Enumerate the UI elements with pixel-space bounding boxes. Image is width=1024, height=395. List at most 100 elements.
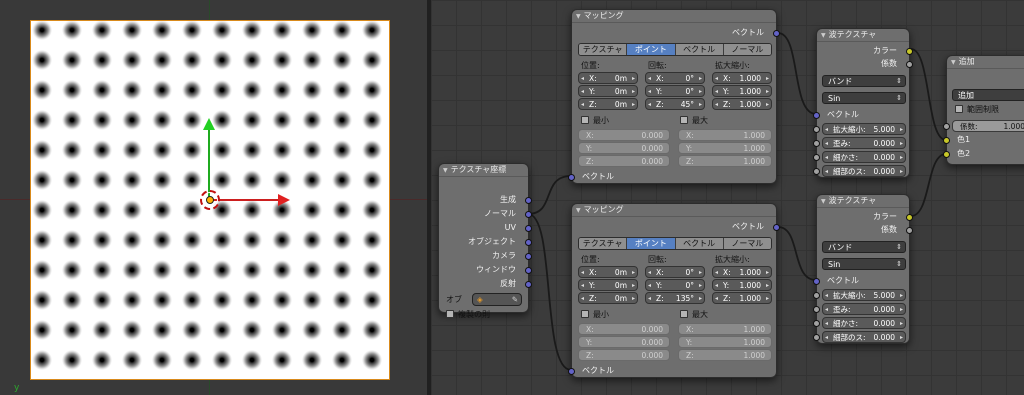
node-header[interactable]: ▼ 追加 bbox=[947, 56, 1024, 69]
use-max-checkbox[interactable]: 最大 bbox=[680, 310, 708, 320]
input-detail-socket[interactable] bbox=[813, 320, 820, 327]
input-scale-socket[interactable] bbox=[813, 126, 820, 133]
use-min-checkbox[interactable]: 最小 bbox=[581, 116, 609, 126]
scale-field[interactable]: 拡大縮小: 5.000 bbox=[822, 123, 906, 135]
min-z-field[interactable]: Z: 0.000 bbox=[578, 349, 670, 361]
input-detail-scale-socket[interactable] bbox=[813, 334, 820, 341]
wave-texture-node-1[interactable]: ▼波テクスチャ カラー 係数 バンド Sin ベクトル 拡大縮小: 5.000 歪… bbox=[813, 28, 913, 178]
eyedropper-icon[interactable]: ✎ bbox=[512, 294, 518, 305]
scale-z-field[interactable]: Z: 1.000 bbox=[712, 98, 772, 110]
checkbox-box[interactable] bbox=[955, 105, 963, 113]
blend-type-select[interactable]: 追加 bbox=[952, 89, 1024, 101]
output-vector-socket[interactable] bbox=[773, 30, 780, 37]
wave-profile-select[interactable]: Sin bbox=[822, 92, 906, 104]
tab-normal[interactable]: ノーマル bbox=[723, 44, 771, 55]
input-scale-socket[interactable] bbox=[813, 292, 820, 299]
checkbox-box[interactable] bbox=[680, 116, 688, 124]
distortion-field[interactable]: 歪み: 0.000 bbox=[822, 303, 906, 315]
x-arrow-icon[interactable] bbox=[210, 199, 288, 201]
node-header[interactable]: ▼ テクスチャ座標 bbox=[439, 164, 528, 177]
output-color-socket[interactable] bbox=[906, 48, 913, 55]
min-y-field[interactable]: Y: 0.000 bbox=[578, 336, 670, 348]
collapse-icon[interactable]: ▼ bbox=[821, 30, 826, 42]
socket-generated[interactable] bbox=[525, 197, 532, 204]
tab-point[interactable]: ポイント bbox=[627, 44, 676, 55]
tab-vector[interactable]: ベクトル bbox=[675, 238, 724, 249]
collapse-icon[interactable]: ▼ bbox=[821, 196, 826, 208]
min-x-field[interactable]: X: 0.000 bbox=[578, 323, 670, 335]
detail-scale-field[interactable]: 細部のス: 0.000 bbox=[822, 165, 906, 177]
from-dupli-checkbox[interactable]: 複製の則 bbox=[446, 310, 490, 320]
node-header[interactable]: ▼ マッピング bbox=[572, 10, 776, 23]
tab-point[interactable]: ポイント bbox=[627, 238, 676, 249]
min-z-field[interactable]: Z: 0.000 bbox=[578, 155, 670, 167]
tab-texture[interactable]: テクスチャ bbox=[579, 238, 628, 249]
scale-y-field[interactable]: Y: 1.000 bbox=[712, 85, 772, 97]
wave-type-select[interactable]: バンド bbox=[822, 75, 906, 87]
rotation-y-field[interactable]: Y: 0° bbox=[645, 85, 705, 97]
use-min-checkbox[interactable]: 最小 bbox=[581, 310, 609, 320]
3d-viewport[interactable]: y bbox=[0, 0, 427, 395]
checkbox-box[interactable] bbox=[581, 310, 589, 318]
scale-y-field[interactable]: Y: 1.000 bbox=[712, 279, 772, 291]
detail-field[interactable]: 細かさ: 0.000 bbox=[822, 317, 906, 329]
vector-type-tabs[interactable]: テクスチャ ポイント ベクトル ノーマル bbox=[578, 237, 772, 250]
location-z-field[interactable]: Z: 0m bbox=[578, 292, 638, 304]
max-y-field[interactable]: Y: 1.000 bbox=[678, 336, 772, 348]
location-x-field[interactable]: X: 0m bbox=[578, 266, 638, 278]
rotation-z-field[interactable]: Z: 135° bbox=[645, 292, 705, 304]
scale-x-field[interactable]: X: 1.000 bbox=[712, 266, 772, 278]
input-distortion-socket[interactable] bbox=[813, 140, 820, 147]
output-color-socket[interactable] bbox=[906, 214, 913, 221]
clamp-checkbox[interactable]: 範囲制限 bbox=[955, 105, 999, 115]
x-arrow-head-icon[interactable] bbox=[278, 194, 290, 206]
detail-field[interactable]: 細かさ: 0.000 bbox=[822, 151, 906, 163]
mix-add-node[interactable]: ▼追加 追加 範囲制限 係数:1.000 色1 色2 bbox=[943, 55, 1024, 165]
tab-texture[interactable]: テクスチャ bbox=[579, 44, 628, 55]
object-picker[interactable]: ◈ ✎ bbox=[472, 293, 522, 306]
input-distortion-socket[interactable] bbox=[813, 306, 820, 313]
texture-coordinate-node[interactable]: ▼ テクスチャ座標 生成 ノーマル UV オブジェクト カメラ ウィンドウ 反射 … bbox=[438, 163, 532, 319]
detail-scale-field[interactable]: 細部のス: 0.000 bbox=[822, 331, 906, 343]
output-fac-socket[interactable] bbox=[906, 61, 913, 68]
max-y-field[interactable]: Y: 1.000 bbox=[678, 142, 772, 154]
rotation-x-field[interactable]: X: 0° bbox=[645, 72, 705, 84]
fac-field[interactable]: 係数: 1.000 bbox=[952, 120, 1024, 132]
max-x-field[interactable]: X: 1.000 bbox=[678, 323, 772, 335]
input-color1-socket[interactable] bbox=[943, 137, 950, 144]
min-x-field[interactable]: X: 0.000 bbox=[578, 129, 670, 141]
y-arrow-head-icon[interactable] bbox=[203, 118, 215, 130]
use-max-checkbox[interactable]: 最大 bbox=[680, 116, 708, 126]
socket-window[interactable] bbox=[525, 267, 532, 274]
rotation-y-field[interactable]: Y: 0° bbox=[645, 279, 705, 291]
wave-type-select[interactable]: バンド bbox=[822, 241, 906, 253]
max-z-field[interactable]: Z: 1.000 bbox=[678, 155, 772, 167]
rotation-z-field[interactable]: Z: 45° bbox=[645, 98, 705, 110]
socket-uv[interactable] bbox=[525, 225, 532, 232]
location-y-field[interactable]: Y: 0m bbox=[578, 85, 638, 97]
wave-texture-node-2[interactable]: ▼波テクスチャ カラー 係数 バンド Sin ベクトル 拡大縮小: 5.000 歪… bbox=[813, 194, 913, 344]
vector-type-tabs[interactable]: テクスチャ ポイント ベクトル ノーマル bbox=[578, 43, 772, 56]
input-vector-socket[interactable] bbox=[568, 174, 575, 181]
mapping-node-2[interactable]: ▼ マッピング ベクトル テクスチャ ポイント ベクトル ノーマル 位置: 回転:… bbox=[568, 203, 780, 378]
checkbox-box[interactable] bbox=[446, 310, 454, 318]
output-fac-socket[interactable] bbox=[906, 227, 913, 234]
input-vector-socket[interactable] bbox=[813, 112, 820, 119]
node-header[interactable]: ▼ マッピング bbox=[572, 204, 776, 217]
collapse-icon[interactable]: ▼ bbox=[443, 165, 448, 177]
location-z-field[interactable]: Z: 0m bbox=[578, 98, 638, 110]
rotation-x-field[interactable]: X: 0° bbox=[645, 266, 705, 278]
input-vector-socket[interactable] bbox=[813, 278, 820, 285]
scale-x-field[interactable]: X: 1.000 bbox=[712, 72, 772, 84]
wave-profile-select[interactable]: Sin bbox=[822, 258, 906, 270]
collapse-icon[interactable]: ▼ bbox=[576, 205, 581, 217]
socket-object[interactable] bbox=[525, 239, 532, 246]
max-z-field[interactable]: Z: 1.000 bbox=[678, 349, 772, 361]
distortion-field[interactable]: 歪み: 0.000 bbox=[822, 137, 906, 149]
input-fac-socket[interactable] bbox=[943, 123, 950, 130]
output-vector-socket[interactable] bbox=[773, 224, 780, 231]
socket-reflection[interactable] bbox=[525, 281, 532, 288]
checkbox-box[interactable] bbox=[680, 310, 688, 318]
node-editor[interactable]: ▼ テクスチャ座標 生成 ノーマル UV オブジェクト カメラ ウィンドウ 反射 … bbox=[431, 0, 1024, 395]
location-x-field[interactable]: X: 0m bbox=[578, 72, 638, 84]
